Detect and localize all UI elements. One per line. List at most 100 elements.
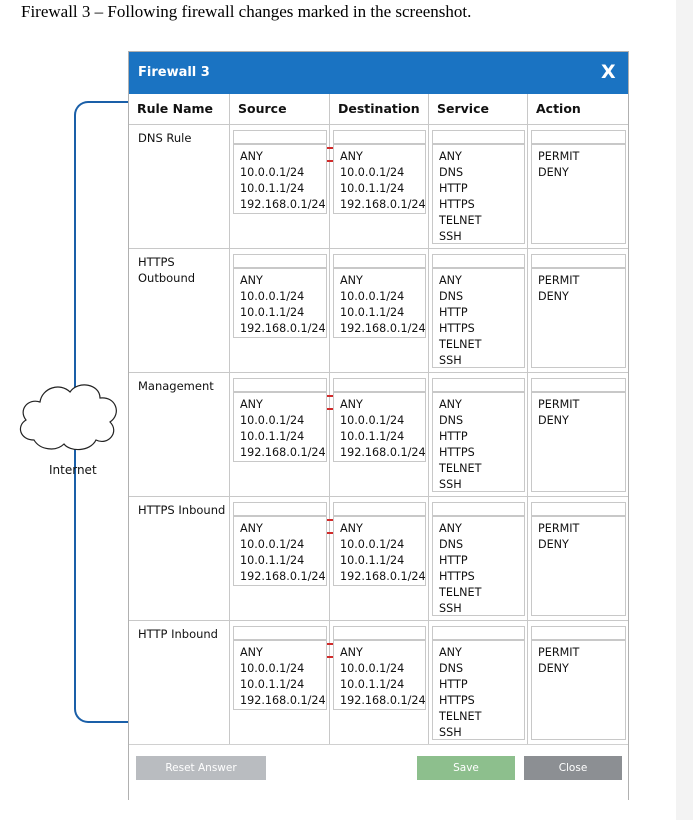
service-option[interactable]: DNS <box>433 413 463 429</box>
action-option[interactable]: PERMIT <box>532 273 579 289</box>
source-selection-box[interactable] <box>233 378 327 392</box>
service-option[interactable]: HTTPS <box>433 445 475 461</box>
action-option[interactable]: DENY <box>532 289 569 305</box>
source-option[interactable]: 10.0.0.1/24 <box>234 661 304 677</box>
action-option[interactable]: PERMIT <box>532 521 579 537</box>
destination-option[interactable]: ANY <box>334 273 363 289</box>
source-option[interactable]: 192.168.0.1/24 <box>234 445 326 461</box>
service-selection-box[interactable] <box>432 130 525 144</box>
action-selection-box[interactable] <box>531 130 626 144</box>
service-option[interactable]: SSH <box>433 477 462 493</box>
action-listbox[interactable]: PERMIT DENY <box>531 392 626 492</box>
action-option[interactable]: DENY <box>532 165 569 181</box>
source-listbox[interactable]: ANY 10.0.0.1/24 10.0.1.1/24 192.168.0.1/24 <box>233 392 327 462</box>
close-icon[interactable]: X <box>601 61 616 83</box>
source-option[interactable]: 192.168.0.1/24 <box>234 569 326 585</box>
source-listbox[interactable]: ANY 10.0.0.1/24 10.0.1.1/24 192.168.0.1/24 <box>233 268 327 338</box>
service-option[interactable]: TELNET <box>433 585 481 601</box>
source-option[interactable]: ANY <box>234 397 263 413</box>
destination-option[interactable]: 10.0.0.1/24 <box>334 537 404 553</box>
service-option[interactable]: DNS <box>433 165 463 181</box>
destination-selection-box[interactable] <box>333 130 426 144</box>
destination-option[interactable]: 192.168.0.1/24 <box>334 569 426 585</box>
source-option[interactable]: 10.0.1.1/24 <box>234 181 304 197</box>
source-selection-box[interactable] <box>233 254 327 268</box>
source-option[interactable]: 192.168.0.1/24 <box>234 693 326 709</box>
service-option[interactable]: ANY <box>433 149 462 165</box>
destination-listbox[interactable]: ANY 10.0.0.1/24 10.0.1.1/24 192.168.0.1/24 <box>333 144 426 214</box>
service-option[interactable]: ANY <box>433 397 462 413</box>
source-option[interactable]: 10.0.0.1/24 <box>234 289 304 305</box>
service-option[interactable]: SSH <box>433 725 462 741</box>
destination-option[interactable]: ANY <box>334 149 363 165</box>
destination-option[interactable]: 192.168.0.1/24 <box>334 197 426 213</box>
destination-listbox[interactable]: ANY 10.0.0.1/24 10.0.1.1/24 192.168.0.1/24 <box>333 640 426 710</box>
action-option[interactable]: PERMIT <box>532 149 579 165</box>
destination-option[interactable]: 10.0.1.1/24 <box>334 305 404 321</box>
source-listbox[interactable]: ANY 10.0.0.1/24 10.0.1.1/24 192.168.0.1/24 <box>233 516 327 586</box>
destination-option[interactable]: 10.0.0.1/24 <box>334 413 404 429</box>
save-button[interactable]: Save <box>417 756 515 780</box>
service-option[interactable]: HTTP <box>433 677 468 693</box>
source-option[interactable]: 10.0.0.1/24 <box>234 537 304 553</box>
service-option[interactable]: TELNET <box>433 337 481 353</box>
service-listbox[interactable]: ANY DNS HTTP HTTPS TELNET SSH <box>432 392 525 492</box>
source-option[interactable]: 192.168.0.1/24 <box>234 197 326 213</box>
action-selection-box[interactable] <box>531 378 626 392</box>
reset-answer-button[interactable]: Reset Answer <box>136 756 266 780</box>
source-option[interactable]: ANY <box>234 149 263 165</box>
action-listbox[interactable]: PERMIT DENY <box>531 516 626 616</box>
destination-option[interactable]: 10.0.0.1/24 <box>334 289 404 305</box>
destination-option[interactable]: 192.168.0.1/24 <box>334 693 426 709</box>
action-option[interactable]: DENY <box>532 413 569 429</box>
destination-option[interactable]: 10.0.1.1/24 <box>334 553 404 569</box>
service-option[interactable]: HTTPS <box>433 321 475 337</box>
source-selection-box[interactable] <box>233 130 327 144</box>
destination-option[interactable]: 10.0.0.1/24 <box>334 165 404 181</box>
service-listbox[interactable]: ANY DNS HTTP HTTPS TELNET SSH <box>432 640 525 740</box>
service-listbox[interactable]: ANY DNS HTTP HTTPS TELNET SSH <box>432 268 525 368</box>
source-selection-box[interactable] <box>233 502 327 516</box>
source-listbox[interactable]: ANY 10.0.0.1/24 10.0.1.1/24 192.168.0.1/24 <box>233 144 327 214</box>
destination-selection-box[interactable] <box>333 254 426 268</box>
service-selection-box[interactable] <box>432 502 525 516</box>
destination-option[interactable]: 10.0.1.1/24 <box>334 429 404 445</box>
service-option[interactable]: SSH <box>433 229 462 245</box>
destination-selection-box[interactable] <box>333 626 426 640</box>
service-selection-box[interactable] <box>432 626 525 640</box>
service-option[interactable]: HTTP <box>433 553 468 569</box>
destination-listbox[interactable]: ANY 10.0.0.1/24 10.0.1.1/24 192.168.0.1/24 <box>333 268 426 338</box>
action-option[interactable]: DENY <box>532 661 569 677</box>
service-option[interactable]: DNS <box>433 289 463 305</box>
service-selection-box[interactable] <box>432 378 525 392</box>
action-option[interactable]: DENY <box>532 537 569 553</box>
service-option[interactable]: ANY <box>433 521 462 537</box>
action-option[interactable]: PERMIT <box>532 397 579 413</box>
service-option[interactable]: SSH <box>433 601 462 617</box>
destination-option[interactable]: ANY <box>334 645 363 661</box>
service-option[interactable]: ANY <box>433 645 462 661</box>
action-listbox[interactable]: PERMIT DENY <box>531 268 626 368</box>
service-option[interactable]: HTTPS <box>433 197 475 213</box>
source-option[interactable]: 10.0.1.1/24 <box>234 429 304 445</box>
source-option[interactable]: 10.0.0.1/24 <box>234 165 304 181</box>
service-selection-box[interactable] <box>432 254 525 268</box>
service-option[interactable]: TELNET <box>433 709 481 725</box>
destination-listbox[interactable]: ANY 10.0.0.1/24 10.0.1.1/24 192.168.0.1/24 <box>333 392 426 462</box>
action-listbox[interactable]: PERMIT DENY <box>531 144 626 244</box>
service-option[interactable]: TELNET <box>433 213 481 229</box>
service-option[interactable]: ANY <box>433 273 462 289</box>
service-listbox[interactable]: ANY DNS HTTP HTTPS TELNET SSH <box>432 144 525 244</box>
source-option[interactable]: 10.0.1.1/24 <box>234 677 304 693</box>
source-option[interactable]: ANY <box>234 645 263 661</box>
destination-selection-box[interactable] <box>333 378 426 392</box>
destination-option[interactable]: ANY <box>334 521 363 537</box>
destination-option[interactable]: 10.0.1.1/24 <box>334 677 404 693</box>
destination-selection-box[interactable] <box>333 502 426 516</box>
source-option[interactable]: 192.168.0.1/24 <box>234 321 326 337</box>
destination-listbox[interactable]: ANY 10.0.0.1/24 10.0.1.1/24 192.168.0.1/24 <box>333 516 426 586</box>
service-option[interactable]: HTTPS <box>433 693 475 709</box>
service-option[interactable]: DNS <box>433 661 463 677</box>
action-selection-box[interactable] <box>531 254 626 268</box>
service-option[interactable]: HTTP <box>433 305 468 321</box>
